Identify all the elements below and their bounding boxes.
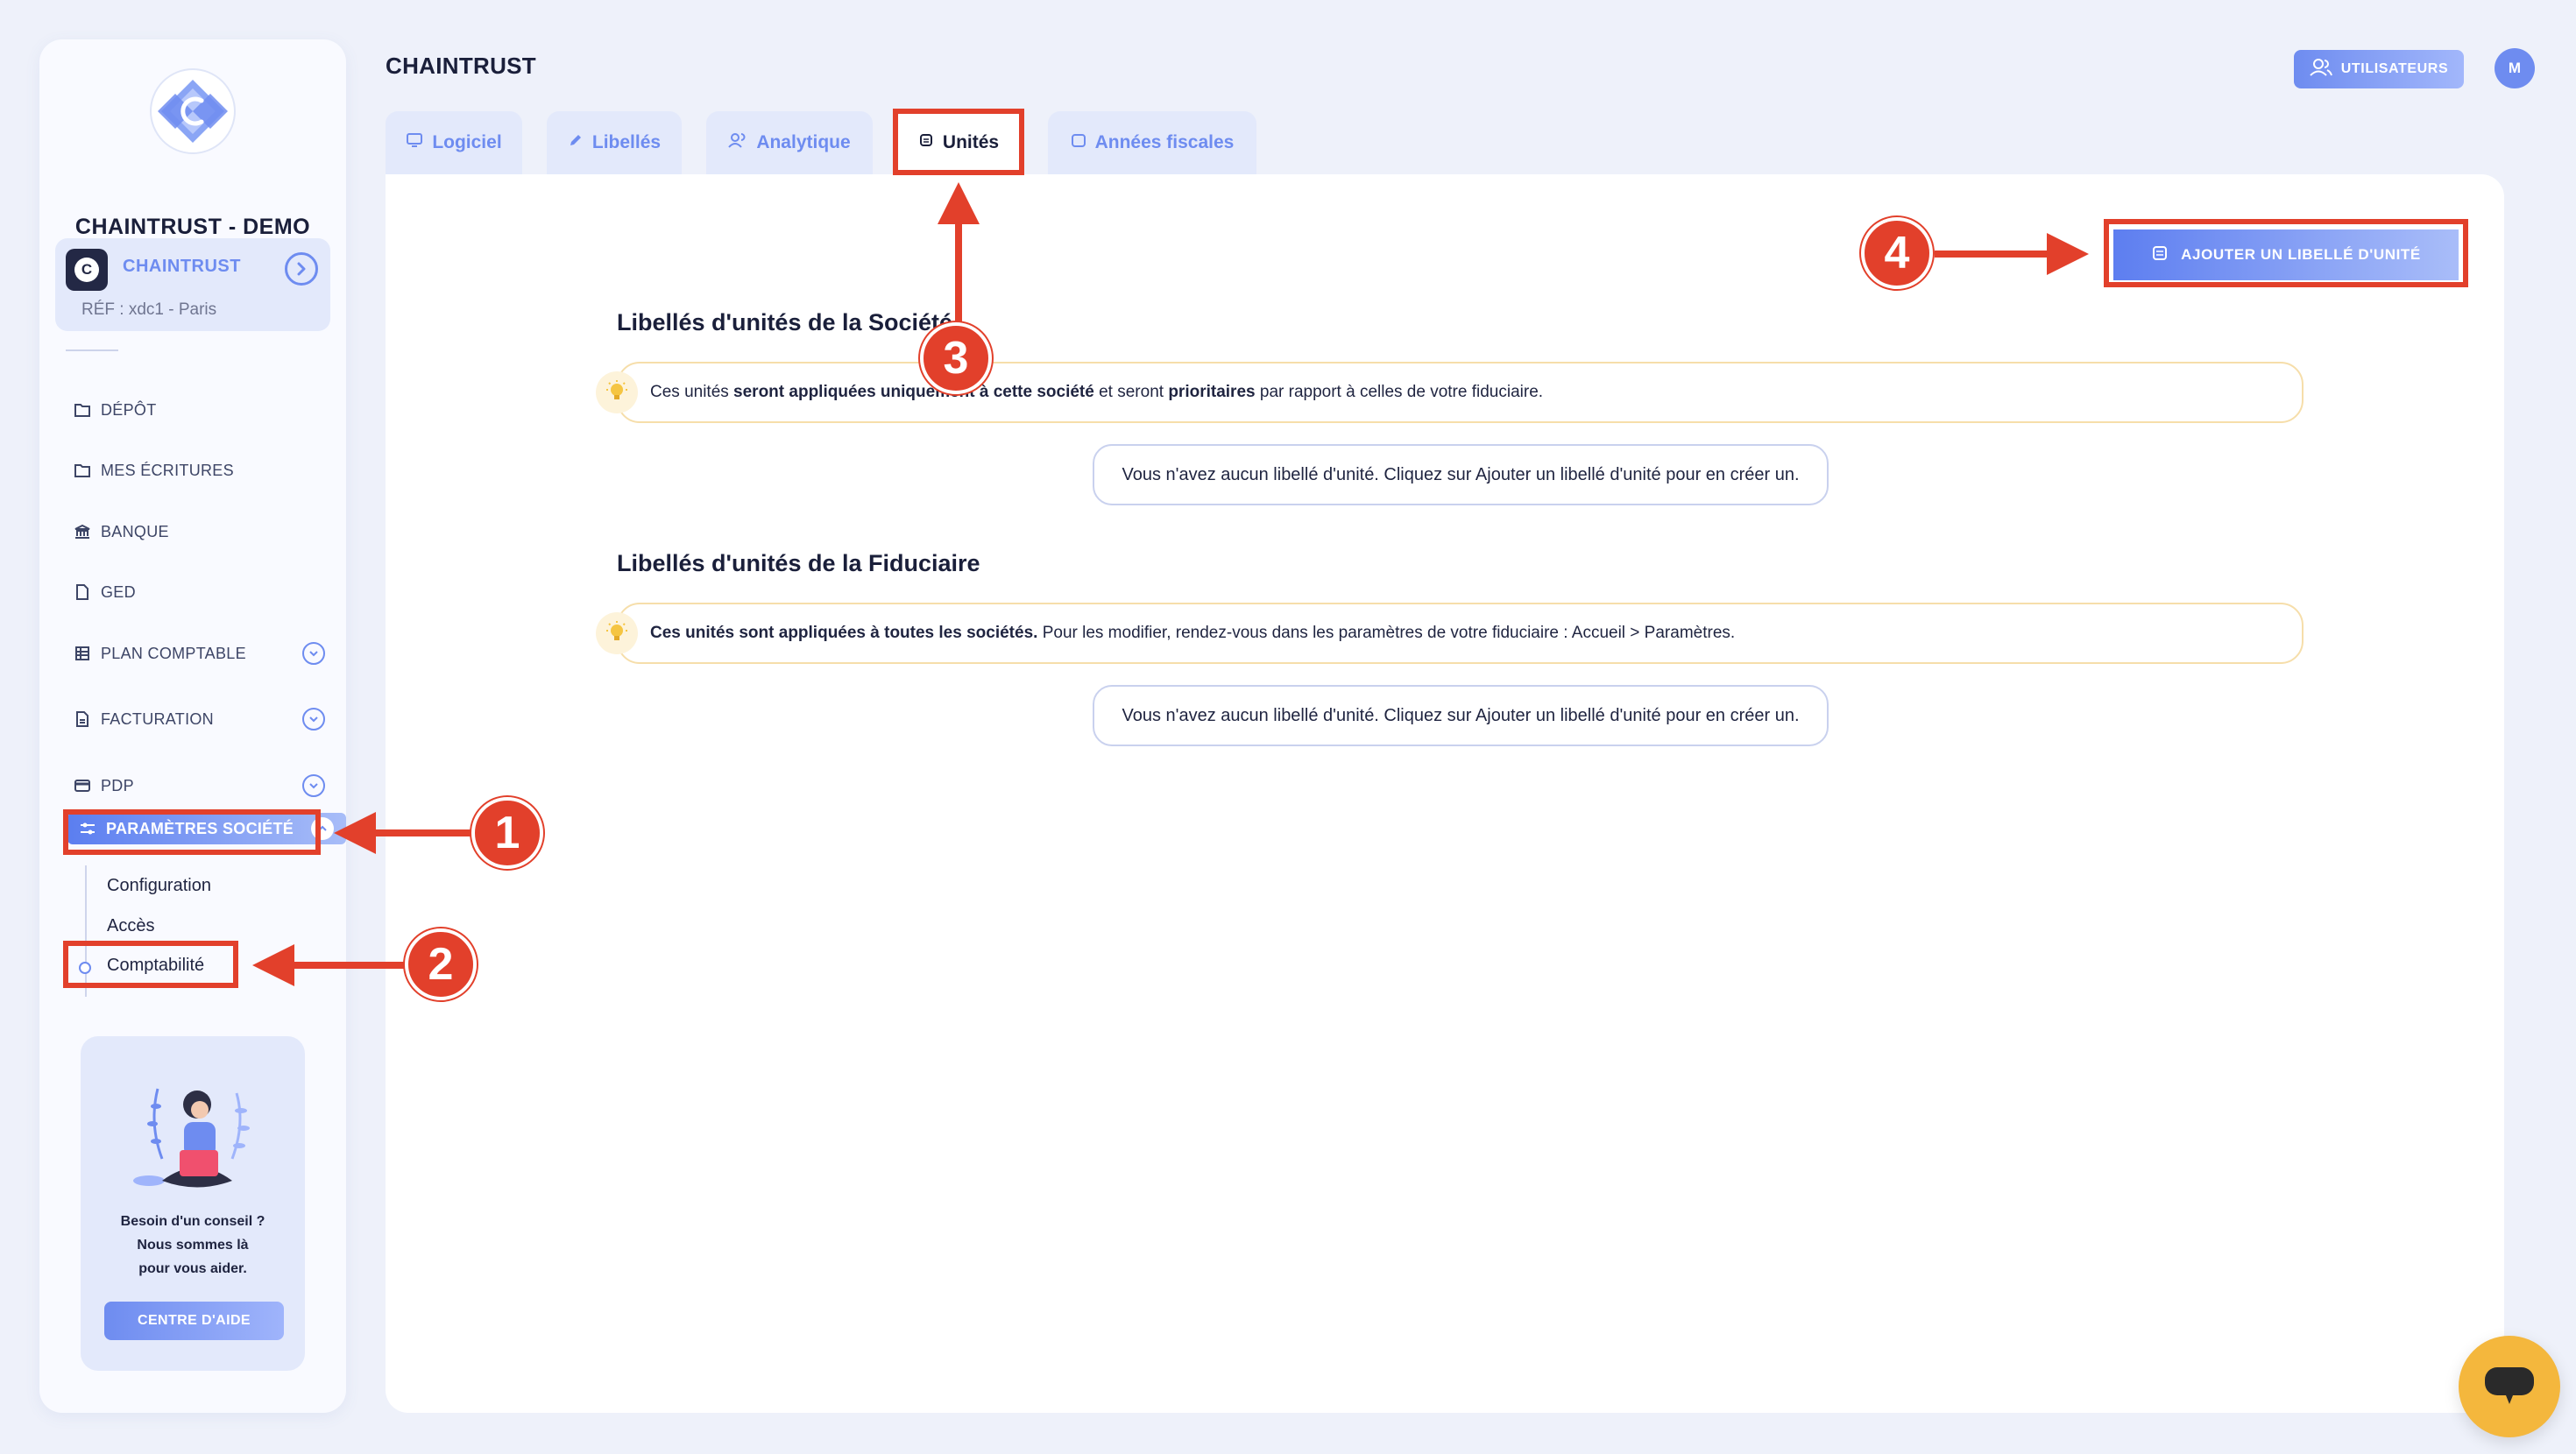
divider [66, 349, 118, 351]
info-text-bold: Ces unités sont appliquées à toutes les … [650, 624, 1038, 642]
highlight-box-1 [63, 809, 321, 855]
users-icon [728, 132, 747, 153]
nav-item-banque[interactable]: BANQUE [73, 514, 336, 549]
company-avatar-letter: C [74, 258, 99, 282]
nav-item-depot[interactable]: DÉPÔT [73, 392, 336, 427]
sidebar: CHAINTRUST - DEMO C CHAINTRUST RÉF : xdc… [39, 39, 346, 1413]
step-badge-1: 1 [471, 797, 543, 869]
calendar-icon [1071, 132, 1086, 153]
subnav-item-configuration[interactable]: Configuration [107, 876, 211, 896]
highlight-box-2 [63, 941, 238, 988]
highlight-box-3 [893, 109, 1024, 175]
nav-item-plan-comptable[interactable]: PLAN COMPTABLE [73, 636, 336, 671]
info-text-part: Pour les modifier, rendez-vous dans les … [1037, 624, 1736, 642]
nav-label: PLAN COMPTABLE [101, 644, 246, 662]
info-text: Ces unités sont appliquées à toutes les … [650, 624, 1735, 643]
help-line-2: Nous sommes là [137, 1238, 249, 1253]
nav-item-pdp[interactable]: PDP [73, 768, 336, 803]
step-badge-4: 4 [1861, 217, 1933, 289]
tab-label: Années fiscales [1094, 132, 1235, 152]
help-text: Besoin d'un conseil ? Nous sommes là pou… [81, 1210, 305, 1281]
invoice-icon [73, 709, 92, 729]
fiduciary-section-title: Libellés d'unités de la Fiduciaire [617, 550, 980, 576]
tab-label: Logiciel [432, 132, 502, 152]
tab-logiciel[interactable]: Logiciel [386, 111, 522, 174]
users-button[interactable]: UTILISATEURS [2294, 50, 2464, 88]
users-icon [2310, 58, 2332, 81]
company-avatar: C [66, 249, 108, 291]
company-ref: RÉF : xdc1 - Paris [81, 300, 217, 319]
help-line-3: pour vous aider. [138, 1261, 247, 1276]
step-badge-3: 3 [920, 322, 992, 394]
nav-item-ged[interactable]: GED [73, 575, 336, 610]
company-info-box: Ces unités seront appliquées uniquement … [617, 362, 2304, 423]
nav-label: MES ÉCRITURES [101, 461, 234, 479]
tab-annees-fiscales[interactable]: Années fiscales [1048, 111, 1256, 174]
fiduciary-empty-state: Vous n'avez aucun libellé d'unité. Cliqu… [1093, 685, 1829, 746]
nav-label: GED [101, 582, 136, 601]
nav-label: BANQUE [101, 522, 169, 540]
nav-label: PDP [101, 776, 134, 794]
lightbulb-icon [596, 612, 638, 654]
avatar[interactable]: M [2495, 48, 2535, 88]
illustration-woman-laptop-icon [133, 1088, 250, 1188]
info-text-part: par rapport à celles de votre fiduciaire… [1255, 383, 1544, 401]
folder-icon [73, 461, 92, 480]
subnav-item-acces[interactable]: Accès [107, 916, 154, 936]
info-text: Ces unités seront appliquées uniquement … [650, 383, 1543, 402]
highlight-box-4 [2104, 219, 2468, 287]
users-button-label: UTILISATEURS [2340, 61, 2449, 76]
nav-item-facturation[interactable]: FACTURATION [73, 702, 336, 737]
company-title: CHAINTRUST - DEMO [74, 215, 311, 239]
monitor-icon [406, 132, 423, 153]
fiduciary-info-box: Ces unités sont appliquées à toutes les … [617, 603, 2304, 664]
pencil-icon [568, 132, 584, 153]
help-card: Besoin d'un conseil ? Nous sommes là pou… [81, 1036, 305, 1371]
ledger-icon [73, 644, 92, 663]
chevron-right-icon[interactable] [285, 252, 318, 286]
company-section-title: Libellés d'unités de la Société [617, 309, 953, 335]
tab-label: Libellés [591, 132, 662, 152]
info-text-part: et seront [1093, 383, 1169, 401]
help-center-button[interactable]: CENTRE D'AIDE [104, 1302, 284, 1340]
info-text-bold: seront appliquées uniquement à cette soc… [733, 383, 1094, 401]
nav-item-mes-ecritures[interactable]: MES ÉCRITURES [73, 453, 336, 488]
page-title: CHAINTRUST [386, 53, 536, 79]
lightbulb-icon [596, 371, 638, 413]
company-empty-state: Vous n'avez aucun libellé d'unité. Cliqu… [1093, 444, 1829, 505]
info-text-bold: prioritaires [1168, 383, 1256, 401]
company-name: CHAINTRUST [123, 257, 241, 276]
chevron-down-icon[interactable] [302, 642, 325, 665]
chaintrust-logo-icon[interactable] [149, 67, 237, 155]
nav-label: FACTURATION [101, 709, 214, 728]
chat-button[interactable] [2459, 1336, 2560, 1437]
company-card[interactable]: C CHAINTRUST RÉF : xdc1 - Paris [55, 238, 330, 331]
main-panel [386, 174, 2504, 1413]
folder-icon [73, 400, 92, 420]
info-text-part: Ces unités [650, 383, 734, 401]
tab-libelles[interactable]: Libellés [547, 111, 682, 174]
chat-bubble-icon [2485, 1367, 2534, 1404]
document-icon [73, 582, 92, 602]
chevron-down-icon[interactable] [302, 774, 325, 797]
step-badge-2: 2 [405, 928, 477, 1000]
nav-label: DÉPÔT [101, 400, 157, 419]
card-icon [73, 776, 92, 795]
help-line-1: Besoin d'un conseil ? [120, 1214, 265, 1229]
bank-icon [73, 522, 92, 541]
tab-label: Analytique [756, 132, 851, 152]
tab-analytique[interactable]: Analytique [706, 111, 873, 174]
chevron-down-icon[interactable] [302, 708, 325, 731]
